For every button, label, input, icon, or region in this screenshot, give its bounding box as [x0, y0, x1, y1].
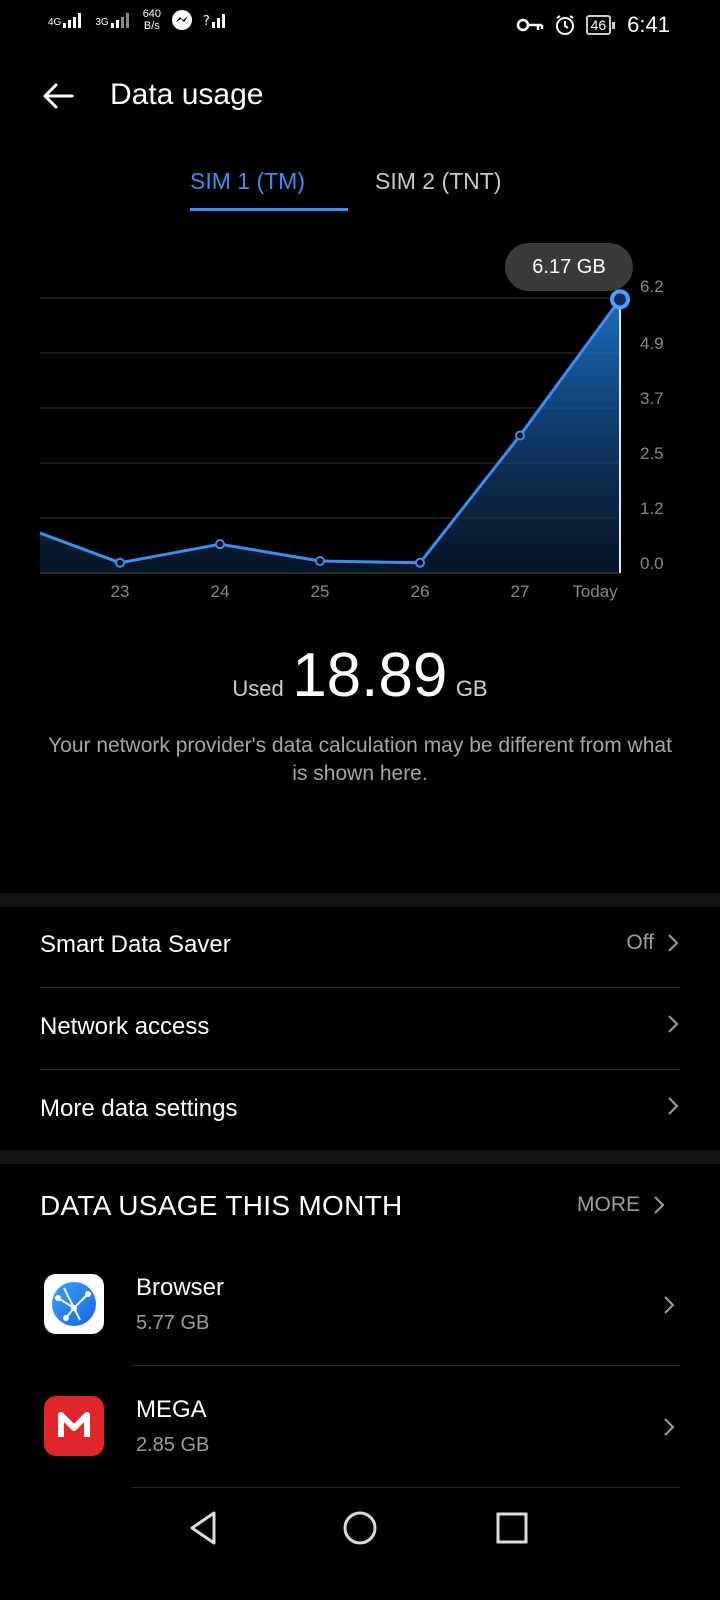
row-label: More data settings — [40, 1095, 238, 1122]
data-point-today — [610, 289, 630, 310]
section-divider — [0, 893, 720, 907]
chevron-right-icon — [668, 1097, 679, 1115]
used-value: 18.89 — [292, 641, 448, 710]
browser-icon — [44, 1274, 104, 1334]
y-tick-label: 0.0 — [640, 554, 664, 573]
data-point — [215, 539, 225, 550]
chevron-right-icon — [664, 1418, 675, 1436]
navigation-bar — [0, 1500, 720, 1600]
network-access-row[interactable]: Network access — [40, 988, 680, 1070]
signal-3g-icon: 3G — [95, 12, 132, 28]
x-tick-label: 26 — [411, 582, 430, 601]
chevron-right-icon — [654, 1196, 665, 1214]
data-point — [415, 557, 425, 568]
more-data-settings-row[interactable]: More data settings — [40, 1070, 680, 1152]
app-usage: 2.85 GB — [136, 1434, 210, 1456]
messenger-icon — [172, 10, 193, 30]
network-speed: 640 B/s — [142, 8, 162, 32]
used-unit: GB — [455, 676, 488, 701]
key-icon — [516, 18, 543, 32]
y-tick-label: 6.2 — [640, 277, 664, 296]
data-point — [315, 556, 325, 567]
battery-icon: 46 — [585, 15, 615, 35]
chevron-right-icon — [664, 1296, 675, 1314]
x-tick-label: 24 — [211, 582, 230, 601]
app-name: MEGA — [136, 1396, 207, 1423]
svg-text:?: ? — [203, 14, 210, 29]
signal-bars-icon — [63, 13, 82, 28]
x-tick-label: Today — [572, 582, 618, 601]
back-arrow-icon — [43, 83, 74, 109]
chevron-right-icon — [668, 934, 679, 952]
nav-recents-icon[interactable] — [492, 1508, 532, 1548]
signal-bars-2-icon — [110, 13, 129, 28]
status-bar: 4G 3G 640 B/s ? 46 6:41 — [0, 0, 720, 50]
x-tick-label: 23 — [111, 582, 130, 601]
app-name: Browser — [136, 1274, 225, 1301]
nav-back-icon[interactable] — [184, 1508, 224, 1548]
y-tick-label: 2.5 — [640, 444, 664, 463]
row-separator — [132, 1487, 680, 1488]
app-usage: 5.77 GB — [136, 1312, 210, 1334]
mega-icon — [44, 1396, 104, 1456]
alarm-icon — [555, 15, 574, 35]
signal-4g-icon: 4G — [48, 12, 85, 28]
row-label: Network access — [40, 1013, 210, 1040]
chart-tooltip: 6.17 GB — [505, 243, 633, 291]
x-tick-label: 25 — [311, 582, 330, 601]
status-right: 46 6:41 — [516, 12, 670, 38]
data-point — [115, 557, 125, 568]
used-summary: Used 18.89 GB — [0, 640, 720, 711]
used-label: Used — [232, 676, 284, 701]
back-button[interactable] — [38, 78, 78, 118]
smart-data-saver-row[interactable]: Smart Data Saver Off — [40, 906, 680, 988]
row-label: Smart Data Saver — [40, 931, 231, 958]
clock-time: 6:41 — [627, 12, 670, 37]
smart-data-saver-value: Off — [626, 931, 654, 954]
more-label: MORE — [577, 1193, 640, 1216]
series-area — [40, 299, 620, 573]
x-tick-label: 27 — [511, 582, 530, 601]
data-point — [515, 430, 525, 441]
app-row-browser[interactable]: Browser 5.77 GB — [40, 1244, 680, 1366]
wifi-signal-icon: ? — [203, 14, 226, 29]
status-left: 4G 3G 640 B/s ? — [48, 8, 227, 32]
app-row-mega[interactable]: MEGA 2.85 GB — [40, 1366, 680, 1488]
chevron-right-icon — [668, 1015, 679, 1033]
nav-home-icon[interactable] — [340, 1508, 380, 1548]
more-button[interactable]: MORE — [577, 1193, 666, 1217]
page-title: Data usage — [110, 78, 264, 111]
section-divider — [0, 1150, 720, 1164]
y-tick-label: 1.2 — [640, 499, 664, 518]
y-tick-label: 4.9 — [640, 334, 664, 353]
monthly-usage-title: DATA USAGE THIS MONTH — [40, 1190, 403, 1221]
provider-disclaimer: Your network provider's data calculation… — [48, 734, 672, 785]
y-tick-label: 3.7 — [640, 389, 664, 408]
data-usage-chart: 6.2 4.9 3.7 2.5 1.2 0.0 23 24 25 26 27 Today — [39, 277, 664, 601]
tab-sim-1[interactable]: SIM 1 (TM) — [190, 168, 305, 195]
tab-active-indicator — [190, 208, 348, 211]
tab-sim-2[interactable]: SIM 2 (TNT) — [375, 168, 502, 195]
